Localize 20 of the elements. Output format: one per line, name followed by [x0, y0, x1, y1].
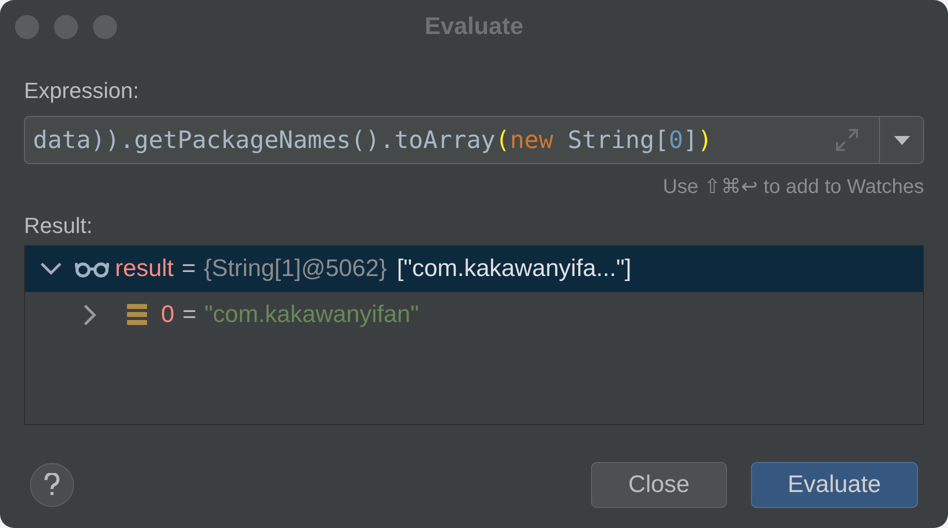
expression-field[interactable]: data)).getPackageNames().toArray(new String[0]) — [24, 116, 924, 164]
variable-type: {String[1]@5062} — [204, 255, 387, 283]
stacked-bars-icon — [127, 304, 147, 326]
question-mark-icon — [44, 473, 60, 497]
variable-name: result — [115, 255, 174, 283]
tree-row[interactable]: 0 = "com.kakawanyifan" — [25, 292, 923, 338]
expression-label: Expression: — [24, 78, 140, 104]
result-label: Result: — [24, 213, 94, 239]
help-button[interactable] — [30, 463, 74, 507]
tree-row[interactable]: result = {String[1]@5062} ["com.kakawanyifa..."] — [25, 246, 923, 292]
evaluate-button[interactable]: Evaluate — [750, 462, 918, 508]
equals-sign: = — [182, 301, 196, 329]
expression-code: data)).getPackageNames().toArray(new String[0]) — [32, 125, 714, 156]
dropdown-arrow-icon — [894, 136, 910, 144]
variable-value: "com.kakawanyifan" — [204, 301, 419, 329]
watches-hint: Use ⇧⌘↩ to add to Watches — [662, 175, 924, 199]
equals-sign: = — [182, 255, 196, 283]
close-button[interactable]: Close — [591, 462, 727, 508]
variable-value: ["com.kakawanyifa..."] — [396, 255, 632, 283]
variable-name: 0 — [161, 301, 174, 329]
